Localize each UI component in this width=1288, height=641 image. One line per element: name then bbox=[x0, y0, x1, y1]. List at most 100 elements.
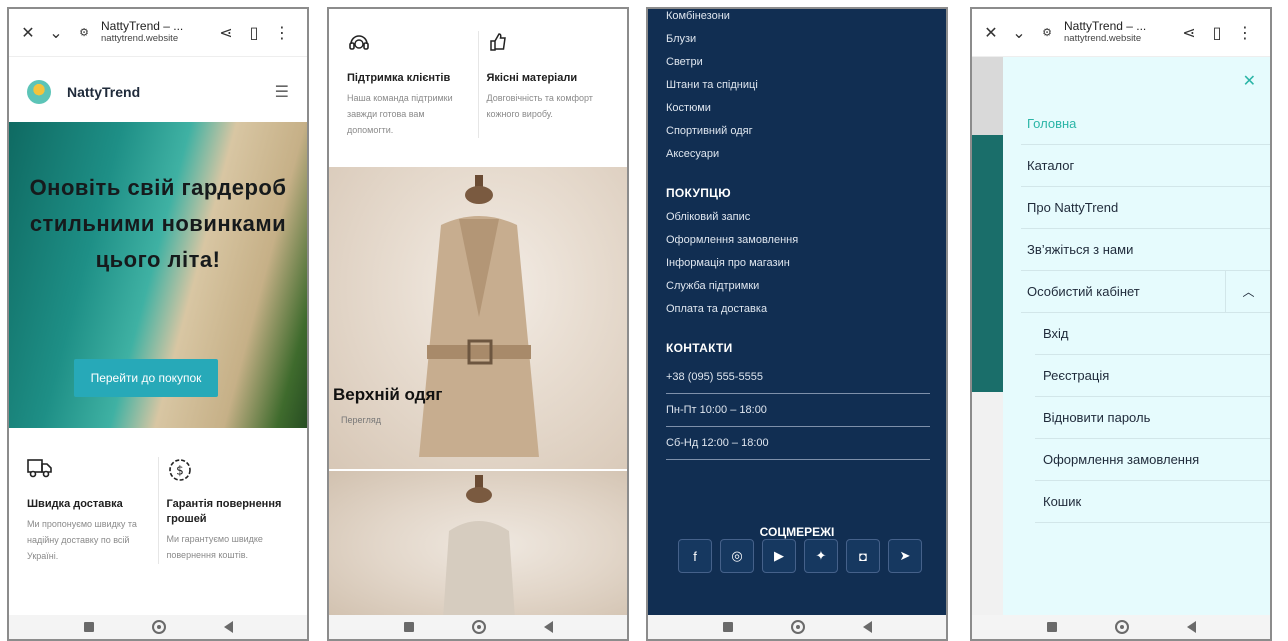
back-icon[interactable] bbox=[1186, 621, 1196, 633]
phone-screen-category: Підтримка клієнтів Наша команда підтримк… bbox=[327, 7, 629, 641]
menu-item-about[interactable]: Про NattyTrend bbox=[1021, 187, 1270, 229]
page-behind-menu[interactable] bbox=[972, 57, 1003, 615]
footer-link[interactable]: Штани та спідниці bbox=[666, 74, 946, 97]
footer-link[interactable]: Обліковий запис bbox=[666, 206, 946, 229]
page-title: NattyTrend – ... bbox=[101, 19, 184, 34]
footer-link[interactable]: Комбінезони bbox=[666, 9, 946, 28]
feature-delivery: Швидка доставка Ми пропонуємо швидку та … bbox=[19, 457, 158, 564]
submenu-item-login[interactable]: Вхід bbox=[1035, 313, 1270, 355]
close-icon[interactable]: ✕ bbox=[1243, 71, 1256, 91]
facebook-icon[interactable]: f bbox=[678, 539, 712, 573]
chevron-up-icon[interactable]: ︿ bbox=[1225, 271, 1270, 312]
home-icon[interactable] bbox=[151, 620, 166, 634]
phone-screen-home: ✕ ⌄ ⚙ NattyTrend – ... nattytrend.websit… bbox=[7, 7, 309, 641]
feature-title: Підтримка клієнтів bbox=[347, 72, 451, 84]
recents-icon[interactable] bbox=[722, 622, 733, 632]
hero-banner: Оновіть свій гардероб стильними новинкам… bbox=[9, 122, 307, 428]
feature-text: Наша команда підтримки завжди готова вам… bbox=[347, 93, 453, 135]
recents-icon[interactable] bbox=[1046, 622, 1057, 632]
footer-link[interactable]: Блузи bbox=[666, 28, 946, 51]
chevron-down-icon[interactable]: ⌄ bbox=[1008, 23, 1030, 43]
feature-quality: Якісні матеріали Довговічність та комфор… bbox=[479, 31, 618, 138]
footer-link[interactable]: Оформлення замовлення bbox=[666, 229, 946, 252]
twitter-icon[interactable]: ✦ bbox=[804, 539, 838, 573]
menu-item-contact[interactable]: Зв’яжіться з нами bbox=[1021, 229, 1270, 271]
android-nav-bar bbox=[9, 615, 307, 639]
svg-text:$: $ bbox=[176, 464, 184, 478]
url-box[interactable]: NattyTrend – ... nattytrend.website bbox=[101, 19, 215, 45]
footer-link[interactable]: Костюми bbox=[666, 97, 946, 120]
site-settings-icon[interactable]: ⚙ bbox=[73, 26, 95, 39]
home-icon[interactable] bbox=[790, 620, 805, 634]
home-icon[interactable] bbox=[471, 620, 486, 634]
discord-icon[interactable]: ◘ bbox=[846, 539, 880, 573]
instagram-icon[interactable]: ◎ bbox=[720, 539, 754, 573]
menu-item-account[interactable]: Особистий кабінет ︿ bbox=[1021, 271, 1270, 313]
url-text: nattytrend.website bbox=[1064, 32, 1142, 44]
more-icon[interactable]: ⋮ bbox=[1234, 23, 1256, 43]
brand-name[interactable]: NattyTrend bbox=[67, 84, 275, 100]
menu-item-catalog[interactable]: Каталог bbox=[1021, 145, 1270, 187]
bookmark-icon[interactable]: ▯ bbox=[243, 23, 265, 43]
truck-icon bbox=[27, 457, 150, 485]
android-nav-bar bbox=[972, 615, 1270, 639]
category-card-dresses[interactable] bbox=[329, 471, 627, 619]
back-icon[interactable] bbox=[862, 621, 872, 633]
footer-heading-contacts: КОНТАКТИ bbox=[666, 341, 733, 355]
android-nav-bar bbox=[648, 615, 946, 639]
share-icon[interactable]: ⋖ bbox=[1178, 23, 1200, 43]
browser-bar: ✕ ⌄ ⚙ NattyTrend – ... nattytrend.websit… bbox=[972, 9, 1270, 57]
contact-hours-weekdays: Пн-Пт 10:00 – 18:00 bbox=[666, 394, 930, 427]
footer-link[interactable]: Аксесуари bbox=[666, 143, 946, 166]
site-header: NattyTrend ☰ bbox=[9, 67, 307, 117]
features-row: Швидка доставка Ми пропонуємо швидку та … bbox=[19, 457, 297, 564]
category-title[interactable]: Верхній одяг bbox=[333, 385, 442, 405]
share-icon[interactable]: ⋖ bbox=[215, 23, 237, 43]
submenu-item-reset-password[interactable]: Відновити пароль bbox=[1035, 397, 1270, 439]
footer-link[interactable]: Служба підтримки bbox=[666, 275, 946, 298]
mannequin-image bbox=[443, 475, 515, 619]
feature-support: Підтримка клієнтів Наша команда підтримк… bbox=[339, 31, 478, 138]
youtube-icon[interactable]: ▶ bbox=[762, 539, 796, 573]
contact-hours-weekend: Сб-Нд 12:00 – 18:00 bbox=[666, 427, 930, 460]
close-tab-icon[interactable]: ✕ bbox=[980, 23, 1002, 43]
submenu-item-register[interactable]: Реєстрація bbox=[1035, 355, 1270, 397]
brand-logo[interactable] bbox=[27, 80, 51, 104]
headset-icon bbox=[347, 31, 470, 59]
submenu-item-cart[interactable]: Кошик bbox=[1035, 481, 1270, 523]
footer-link[interactable]: Інформація про магазин bbox=[666, 252, 946, 275]
url-box[interactable]: NattyTrend – ... nattytrend.website bbox=[1064, 19, 1178, 45]
shop-now-button[interactable]: Перейти до покупок bbox=[74, 359, 218, 397]
contact-phone[interactable]: +38 (095) 555-5555 bbox=[666, 361, 930, 394]
feature-text: Довговічність та комфорт кожного виробу. bbox=[486, 93, 593, 119]
more-icon[interactable]: ⋮ bbox=[271, 23, 293, 43]
back-icon[interactable] bbox=[543, 621, 553, 633]
social-links: f ◎ ▶ ✦ ◘ ➤ bbox=[678, 539, 922, 573]
android-nav-bar bbox=[329, 615, 627, 639]
refund-icon: $ bbox=[167, 457, 290, 485]
footer-link[interactable]: Светри bbox=[666, 51, 946, 74]
back-icon[interactable] bbox=[223, 621, 233, 633]
footer-link[interactable]: Оплата та доставка bbox=[666, 298, 946, 321]
recents-icon[interactable] bbox=[83, 622, 94, 632]
close-tab-icon[interactable]: ✕ bbox=[17, 23, 39, 43]
category-view-link[interactable]: Перегляд bbox=[341, 415, 381, 425]
features-row: Підтримка клієнтів Наша команда підтримк… bbox=[339, 31, 617, 138]
menu-item-home[interactable]: Головна bbox=[1021, 103, 1270, 145]
footer-catalog-list: Комбінезони Блузи Светри Штани та спідни… bbox=[666, 9, 946, 166]
chevron-down-icon[interactable]: ⌄ bbox=[45, 23, 67, 43]
category-card-outerwear[interactable]: Верхній одяг Перегляд bbox=[329, 167, 627, 469]
menu-icon[interactable]: ☰ bbox=[275, 82, 289, 102]
bookmark-icon[interactable]: ▯ bbox=[1206, 23, 1228, 43]
feature-text: Ми пропонуємо швидку та надійну доставку… bbox=[27, 519, 137, 561]
recents-icon[interactable] bbox=[403, 622, 414, 632]
feature-title: Швидка доставка bbox=[27, 498, 123, 510]
footer-link[interactable]: Спортивний одяг bbox=[666, 120, 946, 143]
submenu-item-checkout[interactable]: Оформлення замовлення bbox=[1035, 439, 1270, 481]
hero-title: Оновіть свій гардероб стильними новинкам… bbox=[29, 175, 287, 272]
page-title: NattyTrend – ... bbox=[1064, 19, 1147, 34]
telegram-icon[interactable]: ➤ bbox=[888, 539, 922, 573]
site-footer: Комбінезони Блузи Светри Штани та спідни… bbox=[648, 9, 946, 615]
home-icon[interactable] bbox=[1114, 620, 1129, 634]
site-settings-icon[interactable]: ⚙ bbox=[1036, 26, 1058, 39]
